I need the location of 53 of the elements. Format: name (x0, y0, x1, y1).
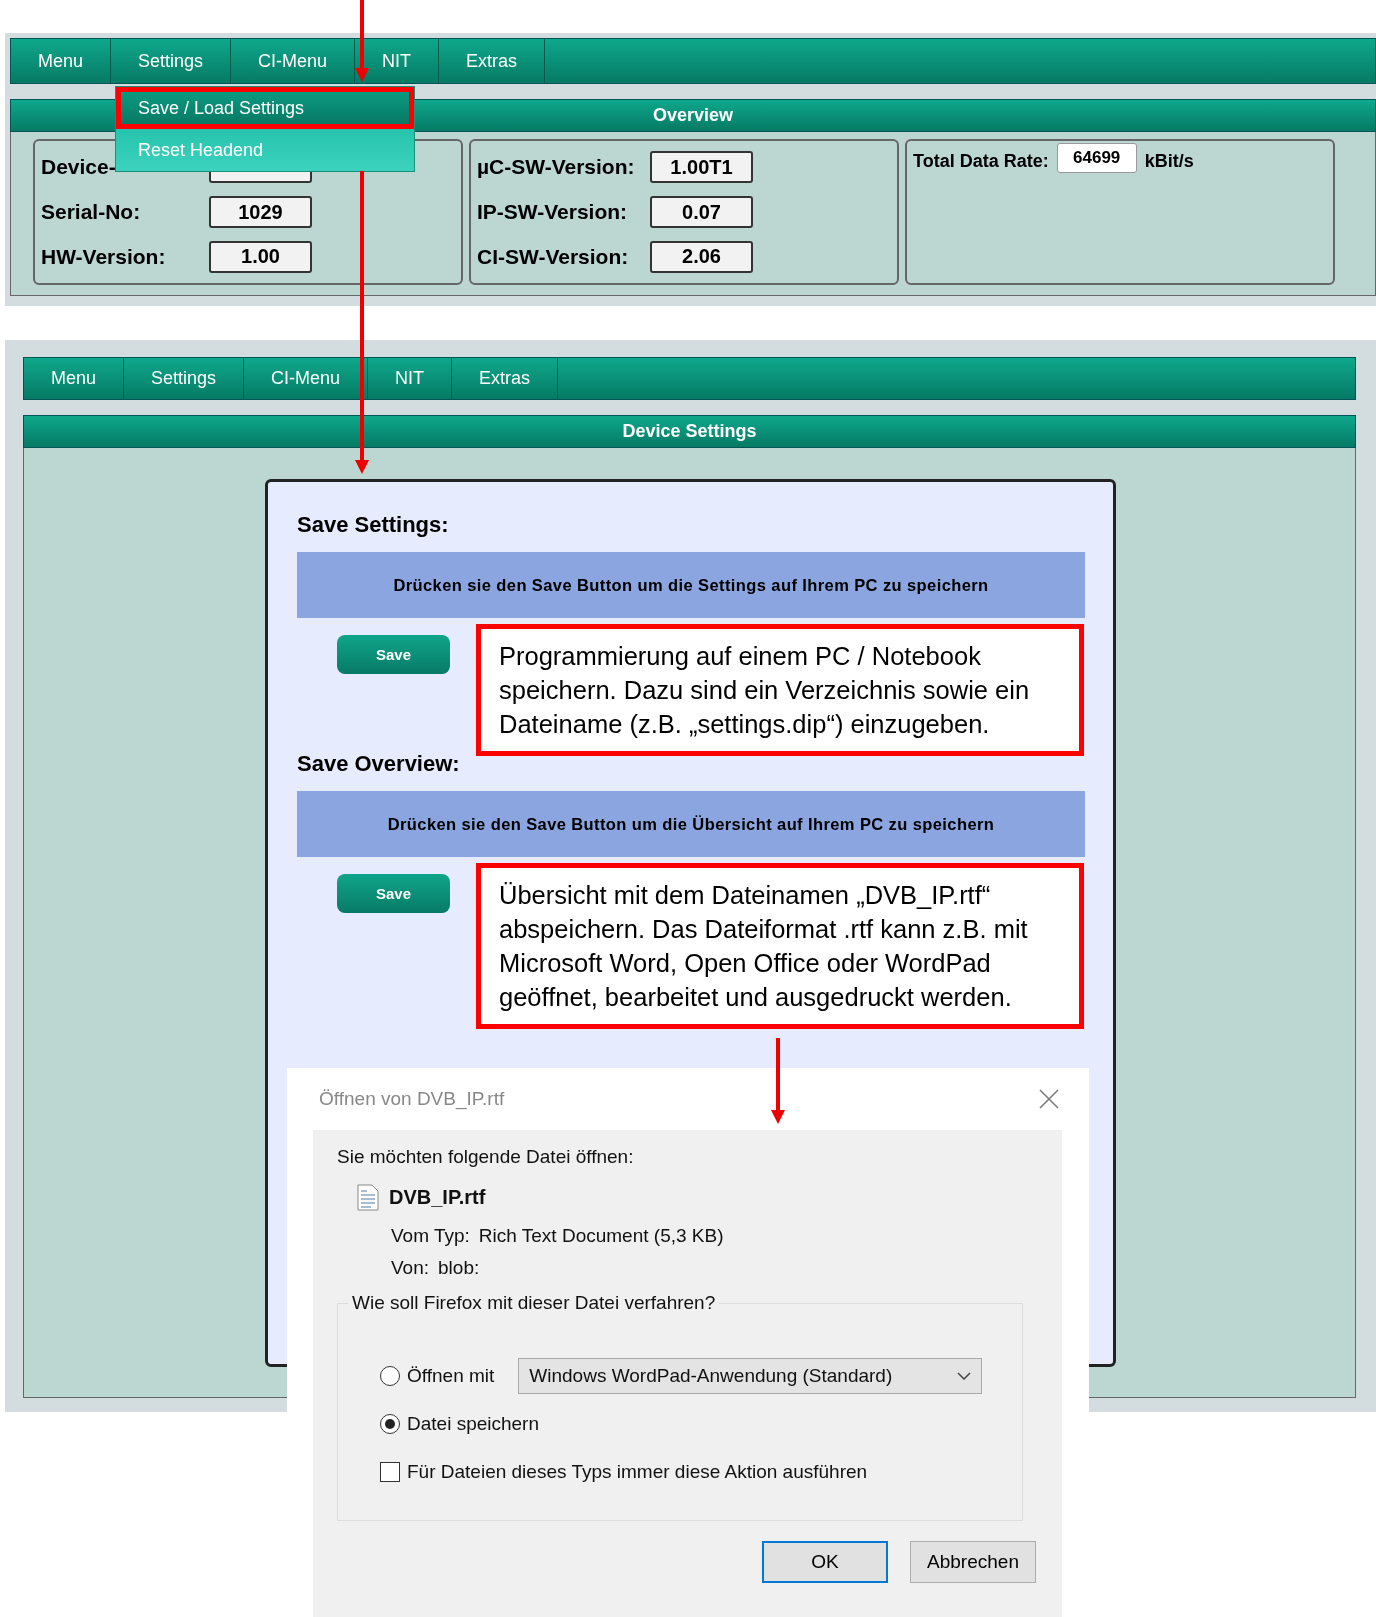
save-button[interactable]: Save (337, 874, 450, 913)
field-label: Device- (41, 155, 117, 180)
field-label: Total Data Rate: (913, 151, 1049, 172)
option-label[interactable]: Öffnen mit (407, 1365, 495, 1387)
panel-title: Device Settings (23, 415, 1356, 448)
menu-item[interactable]: Settings (124, 358, 245, 399)
menu-item[interactable]: Settings (111, 39, 232, 83)
meta-label: Vom Typ: (391, 1225, 470, 1247)
menu-item[interactable]: Extras (452, 358, 559, 399)
dialog-button[interactable]: OK (762, 1541, 888, 1583)
meta-value: Rich Text Document (5,3 KB) (478, 1225, 724, 1247)
chevron-icon (957, 1372, 972, 1380)
menu-item[interactable]: Menu (24, 358, 125, 399)
dialog-prompt: Sie möchten folgende Datei öffnen: (337, 1146, 635, 1168)
field-label: µC-SW-Version: (477, 155, 636, 180)
field-label: CI-SW-Version: (477, 244, 630, 269)
menu-item[interactable]: CI-Menu (244, 358, 369, 399)
app-dropdown[interactable]: Windows WordPad-Anwendung (Standard) (518, 1358, 983, 1394)
value-field: 1029 (209, 196, 312, 228)
radio-button[interactable] (380, 1414, 400, 1434)
save-button[interactable]: Save (337, 635, 450, 674)
meta-label: Von: (391, 1257, 430, 1279)
menu-item[interactable]: CI-Menu (231, 39, 356, 83)
menu-item[interactable]: NIT (368, 358, 453, 399)
dialog-title: Öffnen von DVB_IP.rtf (319, 1088, 505, 1110)
section-heading: Save Settings: (297, 512, 450, 538)
value-field: 0.07 (650, 196, 753, 228)
annotation-callout: Übersicht mit dem Dateinamen „DVB_IP.rtf“ abspeichern. Das Dateiformat .rtf kann z.B. mit Microsoft Word, Open Office oder WordPad geöffnet, bearbeitet und ausgedruckt werden. (476, 863, 1084, 1029)
value-field: 64699 (1056, 143, 1137, 173)
file-name: DVB_IP.rtf (389, 1186, 486, 1209)
option-label[interactable]: Datei speichern (407, 1413, 540, 1435)
dropdown-item[interactable]: Reset Headend (116, 129, 414, 171)
menu-item[interactable]: Menu (11, 39, 112, 83)
value-field: 2.06 (650, 240, 753, 273)
document-icon (357, 1184, 379, 1211)
menu-item[interactable]: Extras (439, 39, 546, 83)
meta-value: blob: (438, 1257, 480, 1279)
unit-label: kBit/s (1144, 151, 1194, 172)
section-heading: Save Overview: (297, 751, 461, 777)
option-label[interactable]: Für Dateien dieses Typs immer diese Aktion ausführen (407, 1461, 868, 1483)
field-label: IP-SW-Version: (477, 200, 629, 224)
annotation-callout: Programmierung auf einem PC / Notebook speichern. Dazu sind ein Verzeichnis sowie ein Dateiname (z.B. „settings.dip“) einzugeben. (476, 624, 1084, 756)
checkbox[interactable] (380, 1462, 400, 1482)
field-label: HW-Version: (41, 244, 167, 269)
field-label: Serial-No: (41, 200, 142, 224)
dialog-button[interactable]: Abbrechen (910, 1541, 1036, 1583)
radio-button[interactable] (380, 1366, 400, 1386)
value-field: 1.00T1 (650, 151, 753, 184)
instruction-banner: Drücken sie den Save Button um die Settings auf Ihrem PC zu speichern (297, 552, 1085, 618)
close-icon[interactable] (1039, 1089, 1059, 1109)
dropdown-item[interactable]: Save / Load Settings (116, 87, 414, 129)
instruction-banner: Drücken sie den Save Button um die Übersicht auf Ihrem PC zu speichern (297, 791, 1085, 857)
value-field: 1.00 (209, 240, 312, 273)
